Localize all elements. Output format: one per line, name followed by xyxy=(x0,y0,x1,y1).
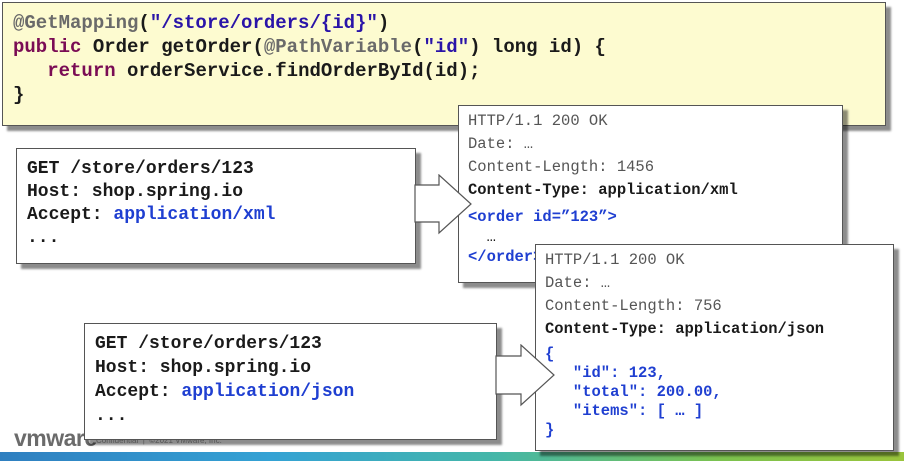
json-host-line: Host: shop.spring.io xyxy=(95,358,312,378)
paren: ( xyxy=(412,36,424,58)
xml-length-line: Content-Length: 1456 xyxy=(468,158,655,176)
json-items-field: "items": [ … ] xyxy=(545,402,704,420)
json-total-field: "total": 200.00, xyxy=(545,383,722,401)
xml-date-line: Date: … xyxy=(468,135,534,153)
xml-body-open: <order id=”123”> xyxy=(468,208,617,226)
paren: ( xyxy=(138,12,150,34)
path-variable-annotation: @PathVariable xyxy=(263,36,413,58)
json-body-close: } xyxy=(545,421,555,439)
footer-gradient-bar xyxy=(0,452,904,461)
accept-label: Accept: xyxy=(95,382,182,402)
path-string: "/store/orders/{id}" xyxy=(149,12,378,34)
json-request-line: GET /store/orders/123 xyxy=(95,334,322,354)
accept-label: Accept: xyxy=(27,205,114,225)
json-status-line: HTTP/1.1 200 OK xyxy=(545,251,685,269)
xml-accept-line: Accept: application/xml xyxy=(27,204,415,227)
json-body-open: { xyxy=(545,345,555,363)
json-request-more: ... xyxy=(95,406,128,426)
xml-status-line: HTTP/1.1 200 OK xyxy=(468,112,608,130)
service-call: orderService.findOrderById(id); xyxy=(115,60,481,82)
code-line-3: return orderService.findOrderById(id); xyxy=(13,59,885,83)
json-date-line: Date: … xyxy=(545,274,611,292)
get-mapping-annotation: @GetMapping xyxy=(13,12,139,34)
json-id-field: "id": 123, xyxy=(545,364,666,382)
xml-request-more: ... xyxy=(27,228,60,248)
code-line-4: } xyxy=(13,84,25,106)
accept-xml-value: application/xml xyxy=(113,205,276,225)
json-accept-line: Accept: application/json xyxy=(95,380,496,404)
code-line-1: @GetMapping("/store/orders/{id}") xyxy=(13,11,885,35)
xml-host-line: Host: shop.spring.io xyxy=(27,182,244,202)
json-body: { "id": 123, "total": 200.00, "items": [… xyxy=(545,345,893,440)
return-keyword: return xyxy=(47,60,116,82)
xml-request-box: GET /store/orders/123 Host: shop.spring.… xyxy=(16,148,416,264)
json-request-box: GET /store/orders/123 Host: shop.spring.… xyxy=(84,323,497,440)
xml-arrow-icon xyxy=(414,174,472,235)
json-response-box: HTTP/1.1 200 OK Date: … Content-Length: … xyxy=(535,244,894,451)
paren: ) xyxy=(377,12,390,34)
code-line-2: public Order getOrder(@PathVariable("id"… xyxy=(13,35,885,59)
xml-request-line: GET /store/orders/123 xyxy=(27,159,254,179)
method-signature-end: ) long id) { xyxy=(469,36,606,58)
json-arrow-icon xyxy=(495,344,555,407)
accept-json-value: application/json xyxy=(181,382,355,402)
id-string: "id" xyxy=(423,36,470,58)
json-content-type-line: Content-Type: application/json xyxy=(545,320,825,338)
json-length-line: Content-Length: 756 xyxy=(545,297,722,315)
xml-content-type-line: Content-Type: application/xml xyxy=(468,181,738,199)
method-signature: Order getOrder( xyxy=(81,36,264,58)
public-keyword: public xyxy=(13,36,82,58)
